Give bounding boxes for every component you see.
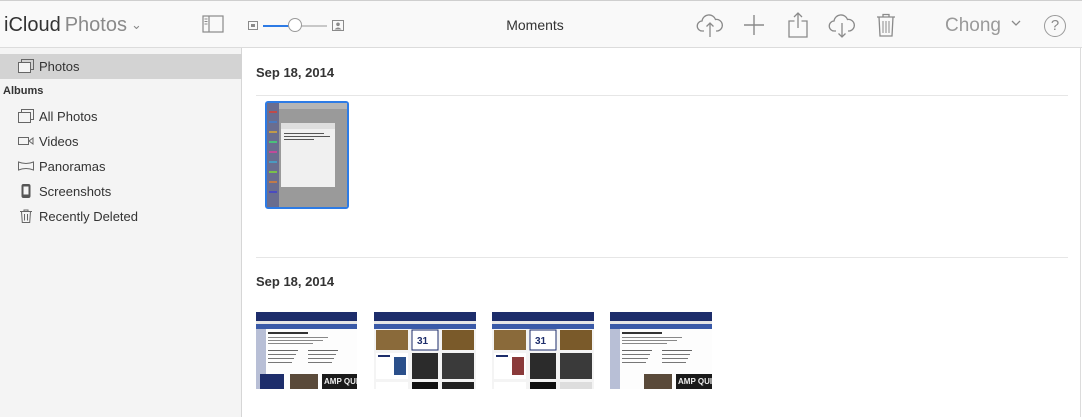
sidebar-item-label: All Photos [39,109,98,124]
sidebar-item-screenshots[interactable]: Screenshots [0,179,242,204]
moment-divider [256,95,1068,96]
zoom-slider-thumb[interactable] [288,18,302,32]
sidebar-item-panoramas[interactable]: Panoramas [0,154,242,179]
sidebar-item-all-photos[interactable]: All Photos [0,104,242,129]
screenshot-preview [267,103,347,207]
chevron-down-icon[interactable] [1011,19,1021,27]
all-photos-icon [18,109,34,123]
thumbnail-text: AMP QUIZ [324,377,357,386]
sidebar-item-photos[interactable]: Photos [0,54,242,79]
window-edge [1080,48,1081,417]
zoom-in-icon[interactable] [332,20,344,31]
calendar-day-text: 31 [535,336,547,347]
webpage-screenshot-preview [374,312,476,389]
add-icon[interactable] [740,11,768,39]
moment-date: Sep 18, 2014 [256,65,335,80]
trash-icon [20,209,32,223]
view-title: Moments [506,17,564,33]
sidebar-item-label: Panoramas [39,159,106,174]
sidebar-item-label: Screenshots [39,184,112,199]
upload-icon[interactable] [696,11,724,39]
download-icon[interactable] [828,11,856,39]
trash-icon[interactable] [872,11,900,39]
webpage-screenshot-preview [492,312,594,389]
user-menu[interactable]: Chong [945,15,1001,37]
moment-divider [256,257,1068,258]
app-section-name: Photos [64,14,127,36]
share-icon[interactable] [784,11,812,39]
sidebar-item-label: Photos [39,59,80,74]
photos-icon [18,59,34,73]
photo-thumbnail[interactable]: AMP QUIZ [610,312,712,389]
sidebar-item-label: Recently Deleted [39,209,138,224]
zoom-out-icon[interactable] [248,21,258,30]
panorama-icon [18,161,34,171]
photo-thumbnail-selected[interactable] [265,101,349,209]
help-button[interactable]: ? [1044,15,1066,37]
sidebar-item-label: Videos [39,134,79,149]
sidebar-item-videos[interactable]: Videos [0,129,242,154]
chevron-down-icon: ⌄ [130,17,142,32]
app-switcher[interactable]: iCloud Photos ⌄ [4,14,142,37]
thumbnail-text: AMP QUIZ [678,377,712,386]
sidebar-toggle-icon[interactable] [202,15,224,33]
sidebar: Photos Albums All Photos Videos Panorama… [0,48,242,417]
screenshot-icon [21,184,31,198]
albums-heading: Albums [3,85,44,97]
zoom-slider[interactable] [263,18,327,32]
photo-thumbnail[interactable]: 31 [374,312,476,389]
toolbar: iCloud Photos ⌄ Moments Chong ? [0,0,1082,48]
app-name: iCloud [4,14,61,36]
calendar-day-text: 31 [417,336,429,347]
photo-thumbnail[interactable]: AMP QUIZ [256,312,357,389]
sidebar-item-recently-deleted[interactable]: Recently Deleted [0,204,242,229]
video-icon [18,137,34,145]
photo-thumbnail[interactable]: 31 [492,312,594,389]
moment-date: Sep 18, 2014 [256,274,335,289]
